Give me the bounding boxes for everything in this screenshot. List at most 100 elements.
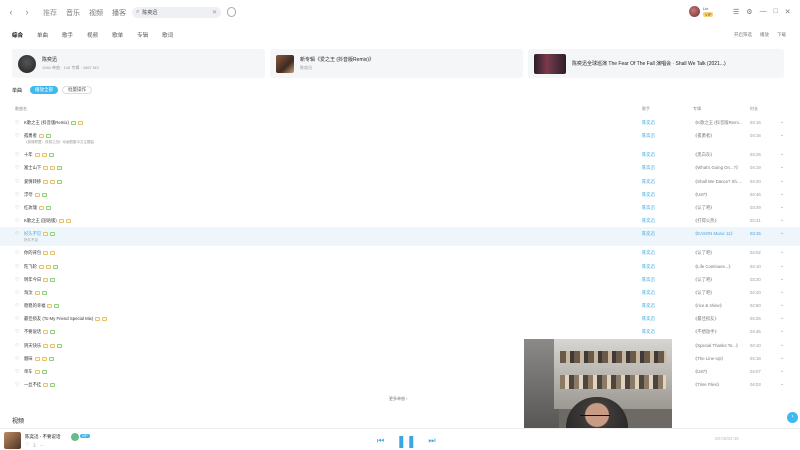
- row-more-icon[interactable]: ⌄: [780, 381, 784, 387]
- song-artist[interactable]: 陈奕迅: [642, 179, 655, 185]
- song-album[interactable]: 《认了吧》: [693, 277, 714, 283]
- song-row[interactable]: ♡一丝不挂陈奕迅《Time Flies》04:03⌄: [0, 378, 800, 391]
- heart-icon[interactable]: ♡: [15, 165, 19, 171]
- heart-icon[interactable]: ♡: [15, 343, 19, 349]
- song-title[interactable]: 烟味: [24, 356, 54, 362]
- heart-icon[interactable]: ♡: [15, 316, 19, 322]
- song-album[interactable]: 《认了吧》: [693, 205, 714, 211]
- top-link-music[interactable]: 音乐: [66, 8, 80, 18]
- song-album[interactable]: 《What's Going On...?》: [693, 165, 740, 171]
- song-row[interactable]: ♡ 陀飞轮 陈奕迅 《Life Continues...》 04:10 ⌄: [0, 260, 800, 273]
- heart-icon[interactable]: ♡: [15, 382, 19, 388]
- song-artist[interactable]: 陈奕迅: [642, 218, 655, 224]
- microphone-icon[interactable]: [227, 7, 236, 17]
- heart-icon[interactable]: ♡: [15, 218, 19, 224]
- heart-icon[interactable]: ♡: [15, 264, 19, 270]
- song-title[interactable]: 爱情转移: [24, 179, 63, 185]
- row-more-icon[interactable]: ⌄: [780, 217, 784, 223]
- row-more-icon[interactable]: ⌄: [780, 132, 784, 138]
- song-album[interactable]: 《U87》: [693, 369, 709, 375]
- heart-icon[interactable]: ♡: [15, 133, 19, 139]
- song-row[interactable]: ♡ 十年 陈奕迅 《黑白灰》 03:25 ⌄: [0, 148, 800, 161]
- song-row[interactable]: ♡ 淘汰 陈奕迅 《认了吧》 04:40 ⌄: [0, 286, 800, 299]
- song-title[interactable]: 富士山下: [24, 165, 63, 171]
- row-more-icon[interactable]: ⌄: [780, 302, 784, 308]
- song-album[interactable]: 《认了吧》: [693, 290, 714, 296]
- song-album[interactable]: 《Life Continues...》: [693, 264, 733, 270]
- play-all-button[interactable]: 播放全部: [30, 86, 59, 94]
- heart-icon[interactable]: ♡: [15, 356, 19, 362]
- heart-icon[interactable]: ♡: [15, 120, 19, 126]
- song-artist[interactable]: 陈奕迅: [642, 120, 655, 126]
- multi-select-button[interactable]: 批量操作: [62, 86, 93, 94]
- download-button[interactable]: 下载: [777, 32, 786, 38]
- song-title[interactable]: K歌之王 (抖音版Remix): [24, 120, 83, 126]
- song-title[interactable]: 十年: [24, 152, 54, 158]
- song-row[interactable]: ♡ K歌之王 (国语版) 陈奕迅 《打得火热》 03:41 ⌄: [0, 214, 800, 227]
- mv-card[interactable]: 陈奕迅全球巡演 The Fear Of The Fall 演唱会 · Shall…: [528, 49, 784, 78]
- song-row[interactable]: ♡ 不要说话 陈奕迅 《不想放手》 04:45 ⌄: [0, 325, 800, 338]
- heart-icon[interactable]: ♡: [15, 369, 19, 375]
- pause-icon[interactable]: ❚❚: [396, 434, 416, 448]
- top-link-video[interactable]: 视频: [89, 8, 103, 18]
- song-row[interactable]: ♡阴天快乐陈奕迅《Special Thanks To...》04:10⌄: [0, 339, 800, 352]
- top-link-recommend[interactable]: 推荐: [43, 8, 57, 18]
- row-more-icon[interactable]: ⌄: [780, 151, 784, 157]
- more-icon[interactable]: …: [40, 442, 45, 448]
- row-more-icon[interactable]: ⌄: [780, 204, 784, 210]
- tab-videos[interactable]: 视频: [87, 31, 98, 39]
- row-more-icon[interactable]: ⌄: [780, 230, 784, 236]
- row-more-icon[interactable]: ⌄: [780, 289, 784, 295]
- song-row[interactable]: ♡ 富士山下 陈奕迅 《What's Going On...?》 04:19 ⌄: [0, 161, 800, 174]
- search-input[interactable]: ⌕ 陈奕迅 ✕: [132, 7, 221, 18]
- filter-button[interactable]: 开启筛选: [734, 32, 752, 38]
- now-playing-title[interactable]: 陈奕迅 - 不要说话: [25, 434, 61, 440]
- song-album[interactable]: 《Time Flies》: [693, 382, 721, 388]
- row-more-icon[interactable]: ⌄: [780, 249, 784, 255]
- row-more-icon[interactable]: ⌄: [780, 263, 784, 269]
- song-artist[interactable]: 陈奕迅: [642, 231, 655, 237]
- song-album[interactable]: 《认了吧》: [693, 250, 714, 256]
- top-link-podcast[interactable]: 播客: [112, 8, 126, 18]
- row-more-icon[interactable]: ⌄: [780, 342, 784, 348]
- row-more-icon[interactable]: ⌄: [780, 178, 784, 184]
- previous-icon[interactable]: ⏮: [377, 436, 384, 446]
- song-artist[interactable]: 陈奕迅: [642, 165, 655, 171]
- forward-button[interactable]: ›: [22, 7, 32, 17]
- song-title[interactable]: 单车: [24, 369, 47, 375]
- song-album[interactable]: 《Special Thanks To...》: [693, 343, 740, 349]
- maximize-icon[interactable]: □: [774, 8, 778, 16]
- song-artist[interactable]: 陈奕迅: [642, 250, 655, 256]
- heart-icon[interactable]: ♡: [15, 303, 19, 309]
- song-artist[interactable]: 陈奕迅: [642, 205, 655, 211]
- row-more-icon[interactable]: ⌄: [780, 328, 784, 334]
- clear-search-icon[interactable]: ✕: [212, 9, 217, 16]
- tab-all[interactable]: 综合: [12, 31, 23, 39]
- close-icon[interactable]: ✕: [785, 8, 791, 16]
- tab-playlists[interactable]: 歌单: [112, 31, 123, 39]
- album-card[interactable]: 新专辑《爱之王 (抖音版Remix)》 陈奕迅: [270, 49, 523, 78]
- song-title[interactable]: 淘汰: [24, 290, 47, 296]
- heart-icon[interactable]: ♡: [15, 277, 19, 283]
- song-artist[interactable]: 陈奕迅: [642, 192, 655, 198]
- minimize-icon[interactable]: —: [760, 8, 767, 16]
- song-album[interactable]: 《不想放手》: [693, 329, 719, 335]
- song-row[interactable]: ♡单车陈奕迅《U87》04:07⌄: [0, 365, 800, 378]
- heart-icon[interactable]: ♡: [15, 250, 19, 256]
- song-album[interactable]: 《U87》: [693, 192, 709, 198]
- row-more-icon[interactable]: ⌄: [780, 355, 784, 361]
- song-row[interactable]: ♡ 孤勇者 《英雄联盟：双城之战》动画剧集中文主题曲 陈奕迅 《孤勇者》 04:16 ⌄: [0, 129, 800, 148]
- listener-avatar[interactable]: [71, 433, 79, 441]
- load-more-link[interactable]: 更多单曲 ›: [389, 396, 407, 402]
- heart-icon[interactable]: ♡: [15, 205, 19, 211]
- download-icon[interactable]: ⤓: [33, 442, 35, 448]
- song-row[interactable]: ♡ 爱情转移 陈奕迅 《Shall We Dance? Sh...》 04:20 ⌄: [0, 175, 800, 188]
- song-row[interactable]: ♡ 红玫瑰 陈奕迅 《认了吧》 03:49 ⌄: [0, 201, 800, 214]
- song-title[interactable]: 陀飞轮: [24, 264, 58, 270]
- song-row[interactable]: ♡ 最佳损友 (To My Friend Special Mix) 陈奕迅 《最佳损友…: [0, 312, 800, 325]
- song-album[interactable]: 《黑白灰》: [693, 152, 714, 158]
- song-title[interactable]: 明年今日: [24, 277, 56, 283]
- song-artist[interactable]: 陈奕迅: [642, 264, 655, 270]
- song-row[interactable]: ♡ K歌之王 (抖音版Remix) 陈奕迅 《K歌之王 (抖音版Remi...》 03:…: [0, 116, 800, 129]
- song-album[interactable]: 《Shall We Dance? Sh...》: [693, 179, 743, 185]
